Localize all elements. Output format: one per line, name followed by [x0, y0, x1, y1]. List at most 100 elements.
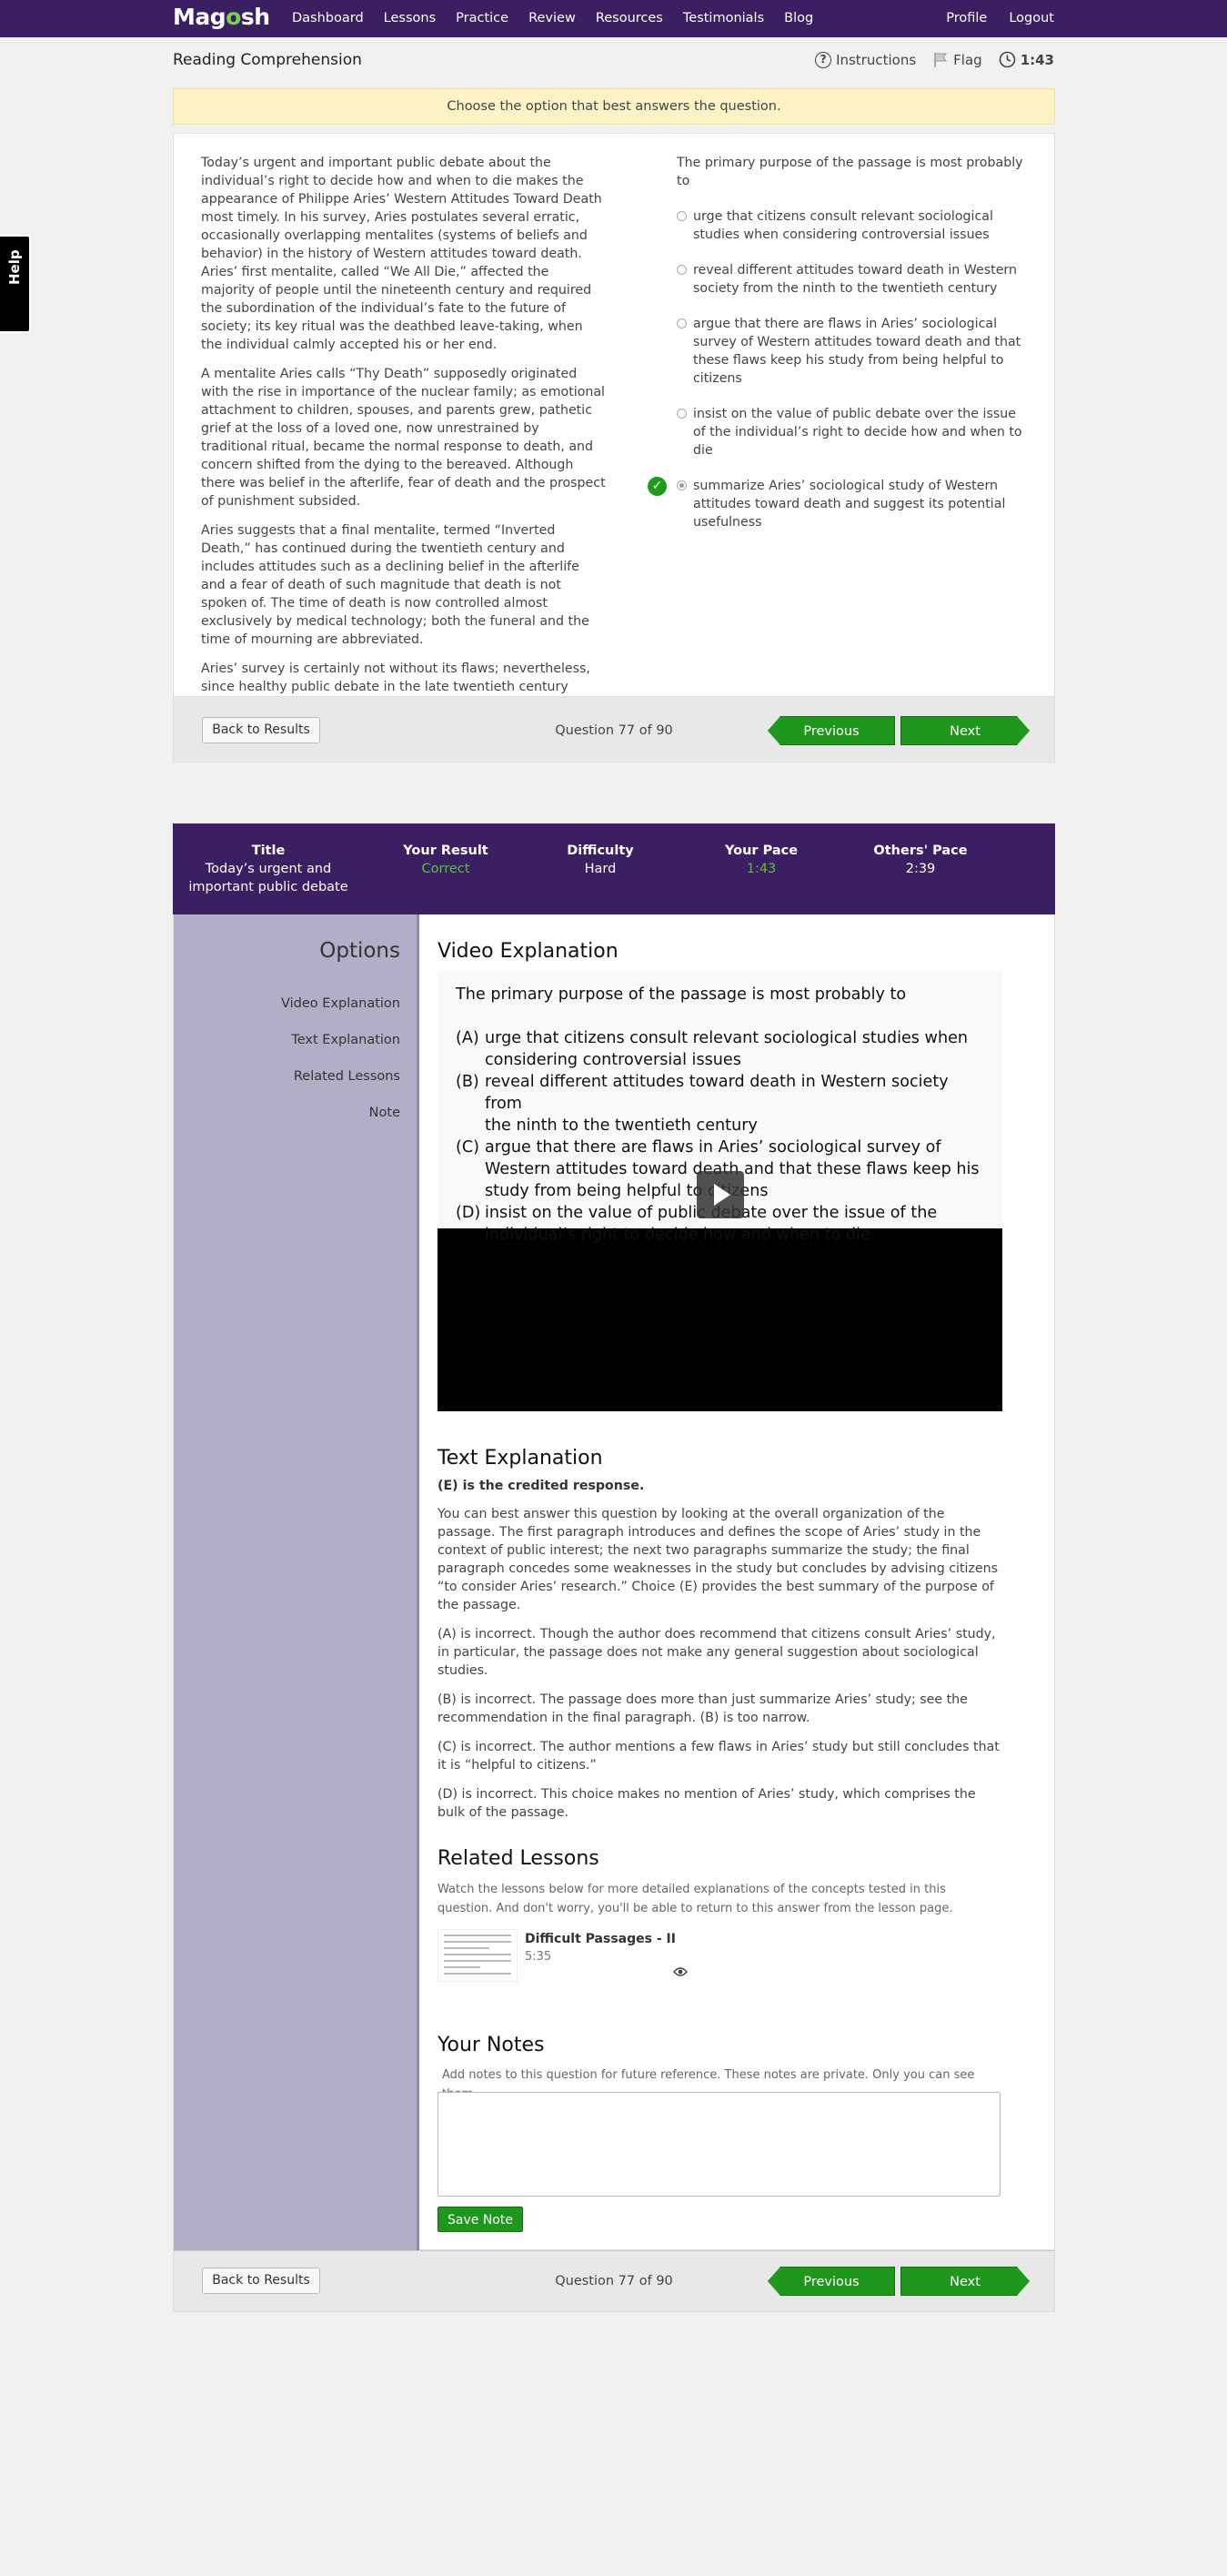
video-line: considering controversial issues: [485, 1051, 741, 1069]
nav-dashboard[interactable]: Dashboard: [292, 11, 364, 25]
play-icon[interactable]: [697, 1171, 744, 1218]
main-nav: Dashboard Lessons Practice Review Resour…: [292, 11, 833, 25]
explanation-paragraph: (A) is incorrect. Though the author does…: [437, 1627, 996, 1678]
lesson-title-link[interactable]: Difficult Passages - II: [525, 1932, 676, 1946]
bottom-footer: Back to Results Question 77 of 90 Previo…: [173, 2250, 1055, 2312]
instructions-label: Instructions: [836, 51, 917, 68]
nav-resources[interactable]: Resources: [596, 11, 663, 25]
nav-lessons[interactable]: Lessons: [384, 11, 436, 25]
explanation-paragraph: (C) is incorrect. The author mentions a …: [437, 1740, 1000, 1773]
stat-value: Hard: [584, 862, 617, 876]
header-tools: ? Instructions Flag 1:43: [799, 51, 1054, 68]
instructions-button[interactable]: ? Instructions: [815, 51, 917, 68]
radio-button-selected[interactable]: [677, 480, 687, 490]
notes-textarea[interactable]: [437, 2092, 1001, 2197]
stat-value: 1:43: [746, 862, 777, 876]
sidebar-item-related-lessons[interactable]: Related Lessons: [294, 1069, 400, 1084]
flag-button[interactable]: Flag: [932, 52, 982, 68]
radio-button[interactable]: [677, 318, 687, 328]
save-note-button[interactable]: Save Note: [437, 2207, 523, 2232]
option-text: urge that citizens consult relevant soci…: [693, 209, 993, 242]
help-label: Help: [6, 249, 23, 285]
magoosh-logo[interactable]: Magosh: [173, 4, 270, 30]
result-stats-bar: Title Today’s urgent and important publi…: [173, 823, 1055, 914]
video-line: (A) urge that citizens consult relevant s…: [456, 1029, 969, 1047]
stat-your-pace: Your Pace 1:43: [689, 842, 834, 878]
nav-logout[interactable]: Logout: [1009, 11, 1054, 25]
explanation-panel: Options Video Explanation Text Explanati…: [173, 914, 1055, 2250]
your-notes-heading: Your Notes: [437, 2034, 545, 2056]
stat-value: 2:39: [905, 862, 936, 876]
page-title: Reading Comprehension: [173, 51, 362, 69]
sidebar-item-video-explanation[interactable]: Video Explanation: [281, 996, 400, 1011]
video-question-stem: The primary purpose of the passage is mo…: [456, 985, 907, 1004]
explanation-paragraph: You can best answer this question by loo…: [437, 1507, 999, 1612]
options-sidebar: Options Video Explanation Text Explanati…: [174, 914, 419, 2250]
previous-button-bottom[interactable]: Previous: [768, 2267, 895, 2296]
top-navbar: Magosh Dashboard Lessons Practice Review…: [0, 0, 1227, 37]
stat-title: Title Today’s urgent and important publi…: [186, 842, 350, 896]
sidebar-title: Options: [319, 939, 400, 963]
stat-value: Correct: [421, 862, 470, 876]
lesson-duration: 5:35: [525, 1950, 552, 1964]
lesson-thumbnail[interactable]: [437, 1929, 518, 1982]
next-button-bottom[interactable]: Next: [900, 2267, 1030, 2296]
stat-label: Difficulty: [567, 844, 634, 858]
timer-value: 1:43: [1020, 51, 1054, 68]
previous-button[interactable]: Previous: [768, 716, 895, 745]
video-player[interactable]: The primary purpose of the passage is mo…: [437, 971, 1002, 1411]
stat-label: Your Pace: [724, 844, 799, 858]
answer-option-a[interactable]: urge that citizens consult relevant soci…: [677, 207, 1031, 244]
stat-result: Your Result Correct: [373, 842, 518, 878]
eye-icon: [673, 1967, 688, 1976]
clock-icon: [999, 51, 1015, 68]
stat-label: Your Result: [403, 844, 488, 858]
passage-paragraph: Today’s urgent and important public deba…: [201, 156, 602, 352]
stat-label: Others' Pace: [873, 844, 968, 858]
sidebar-item-note[interactable]: Note: [369, 1106, 400, 1120]
answer-option-c[interactable]: argue that there are flaws in Aries’ soc…: [677, 315, 1031, 388]
next-button[interactable]: Next: [900, 716, 1030, 745]
option-text: argue that there are flaws in Aries’ soc…: [693, 317, 1021, 386]
help-tab[interactable]: Help: [0, 235, 31, 333]
text-explanation-heading: Text Explanation: [437, 1447, 603, 1470]
passage: Today’s urgent and important public deba…: [201, 154, 606, 762]
timer: 1:43: [999, 51, 1054, 68]
video-line: (C) argue that there are flaws in Aries’ …: [456, 1138, 941, 1157]
nav-profile[interactable]: Profile: [946, 11, 987, 25]
question-stem: The primary purpose of the passage is mo…: [677, 156, 1023, 188]
account-nav: Profile Logout: [924, 11, 1054, 25]
instruction-banner: Choose the option that best answers the …: [173, 88, 1055, 125]
video-line: (B) reveal different attitudes toward dea…: [456, 1073, 949, 1113]
video-line: individual’s right to decide how and whe…: [485, 1226, 870, 1244]
stat-value: Today’s urgent and important public deba…: [188, 862, 348, 894]
nav-blog[interactable]: Blog: [784, 11, 813, 25]
radio-button[interactable]: [677, 211, 687, 221]
nav-testimonials[interactable]: Testimonials: [683, 11, 764, 25]
answer-option-e[interactable]: ✓ summarize Aries’ sociological study of …: [648, 477, 1031, 531]
related-lessons-description: Watch the lessons below for more detaile…: [437, 1883, 953, 1915]
nav-review[interactable]: Review: [528, 11, 576, 25]
related-lessons-heading: Related Lessons: [437, 1847, 599, 1870]
credited-response: (E) is the credited response.: [437, 1479, 645, 1493]
question-icon: ?: [815, 51, 832, 68]
checkmark-icon: ✓: [648, 477, 667, 496]
question-panel: The primary purpose of the passage is mo…: [648, 154, 1031, 531]
nav-practice[interactable]: Practice: [456, 11, 508, 25]
radio-button[interactable]: [677, 409, 687, 419]
stat-difficulty: Difficulty Hard: [537, 842, 664, 878]
answer-option-b[interactable]: reveal different attitudes toward death …: [677, 261, 1031, 298]
stat-label: Title: [251, 844, 286, 858]
radio-button[interactable]: [677, 265, 687, 275]
explanation-paragraph: (D) is incorrect. This choice makes no m…: [437, 1787, 976, 1820]
video-line: the ninth to the twentieth century: [485, 1116, 758, 1135]
flag-label: Flag: [953, 51, 982, 68]
answer-option-d[interactable]: insist on the value of public debate ove…: [677, 405, 1031, 460]
question-footer: Back to Results Question 77 of 90 Previo…: [174, 696, 1054, 763]
sidebar-item-text-explanation[interactable]: Text Explanation: [291, 1033, 400, 1047]
option-text: reveal different attitudes toward death …: [693, 263, 1017, 296]
question-card: Today’s urgent and important public deba…: [173, 133, 1055, 763]
option-text: insist on the value of public debate ove…: [693, 407, 1022, 458]
video-explanation-heading: Video Explanation: [437, 940, 619, 963]
flag-icon: [934, 52, 948, 67]
